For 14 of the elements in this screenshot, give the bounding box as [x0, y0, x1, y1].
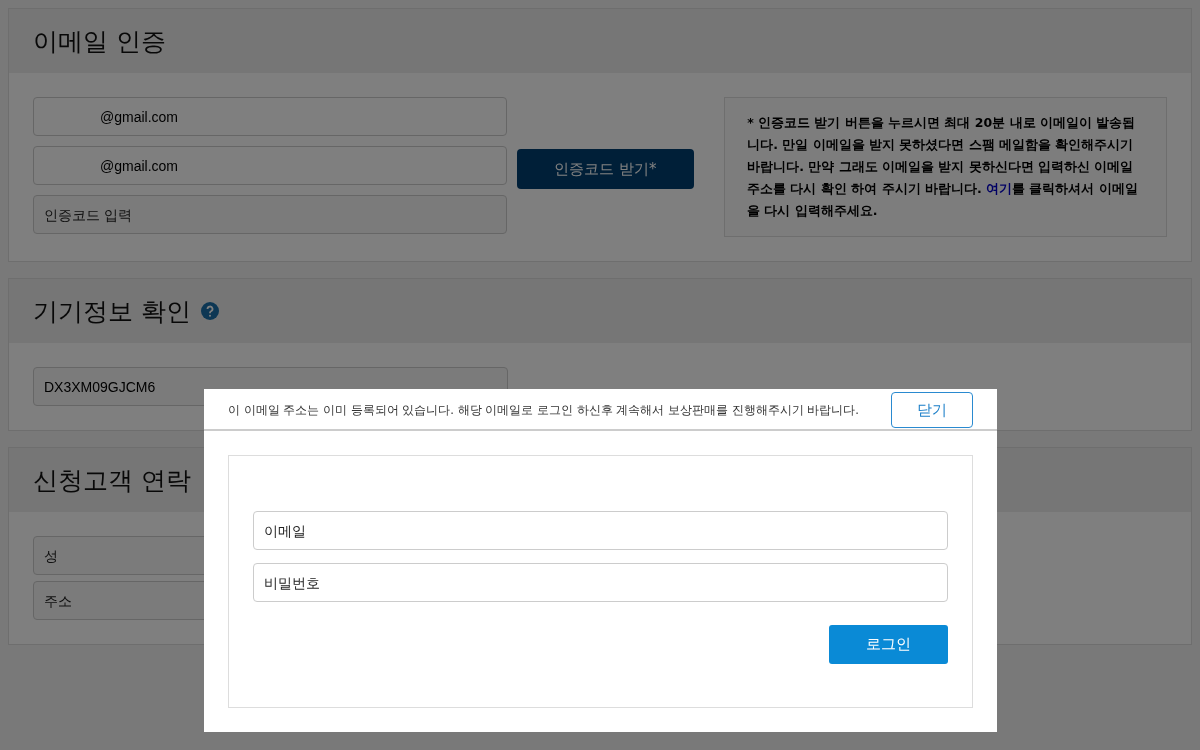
code-field[interactable]: 인증코드 입력 — [33, 195, 507, 234]
password-field[interactable]: 비밀번호 — [253, 563, 948, 602]
section-title: 기기정보 확인 — [33, 295, 191, 328]
confirm-email-field[interactable]: @gmail.com — [33, 146, 507, 185]
section-title: 이메일 인증 — [33, 25, 166, 58]
notice-text: * 인증코드 받기 버튼을 누르시면 최대 20분 내로 이메일이 발송됩니다. 만일 이메일을 받지 못하셨다면 스팸 메일함을 확인해주시기 바랍니다. 만약 그래도 이메일을 받지 못하신다면 입력하신 이메일 주소를 다시 확인 하여 주시기 바랍니다. 여기를 클릭하셔서 이메일을 다시 입력해주세요. — [724, 97, 1167, 237]
login-button[interactable]: 로그인 — [829, 625, 948, 664]
section-title: 신청고객 연락 — [33, 464, 191, 497]
here-link[interactable]: 여기 — [986, 181, 1012, 196]
close-button[interactable]: 닫기 — [891, 392, 973, 428]
send-code-button[interactable]: 인증코드 받기* — [516, 149, 695, 189]
email-field[interactable]: 이메일 — [253, 511, 948, 550]
email-field[interactable]: @gmail.com — [33, 97, 507, 136]
help-icon[interactable] — [200, 302, 219, 320]
